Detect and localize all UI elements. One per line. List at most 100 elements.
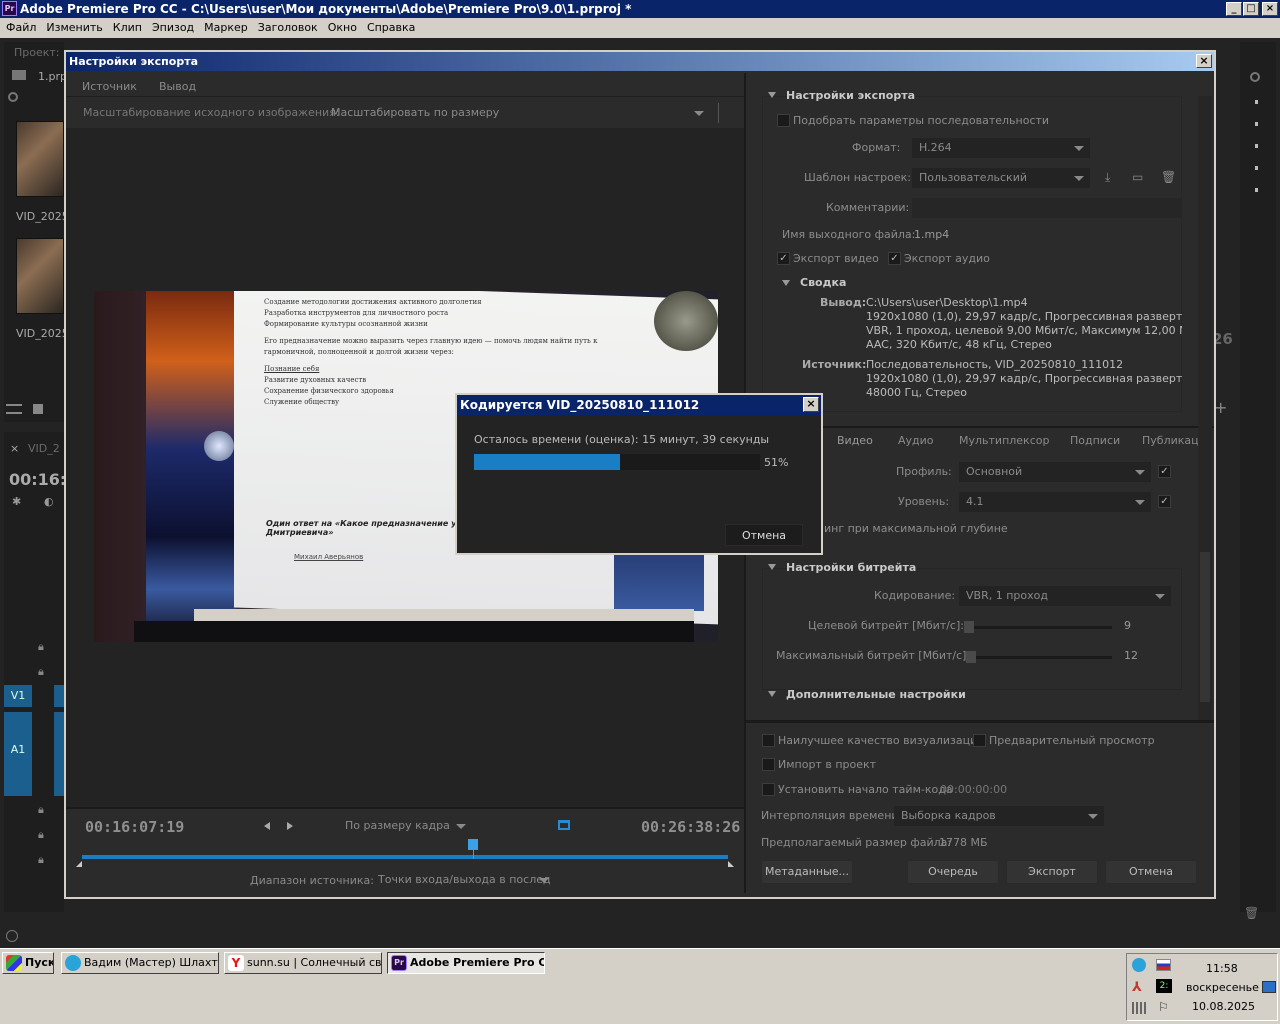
track-a1-label[interactable]: A1 — [4, 712, 32, 796]
fit-dropdown[interactable]: По размеру кадра — [338, 816, 472, 836]
profile-dropdown[interactable]: Основной — [959, 462, 1151, 482]
collapse-icon[interactable] — [768, 92, 776, 98]
max-bitrate-value[interactable]: 12 — [1124, 649, 1138, 662]
save-preset-icon[interactable]: ⤓ — [1105, 170, 1121, 184]
menu-marker[interactable]: Маркер — [199, 18, 253, 38]
taskbar-item-browser[interactable]: Y sunn.su | Солнечный св... — [224, 952, 382, 974]
tab-source[interactable]: Источник — [82, 80, 137, 93]
trash-icon[interactable]: 🗑︎ — [1244, 906, 1259, 920]
metadata-button[interactable]: Метаданные... — [761, 860, 853, 884]
match-sequence-checkbox[interactable] — [777, 114, 790, 127]
clock-day[interactable]: воскресенье — [1186, 981, 1259, 994]
in-point-marker[interactable] — [76, 861, 82, 867]
close-window-button[interactable]: × — [1262, 2, 1278, 16]
search-icon[interactable] — [1250, 72, 1260, 82]
source-range-bar[interactable] — [82, 855, 728, 859]
clip-name-2[interactable]: VID_2025 — [16, 327, 69, 340]
time-interpolation-dropdown[interactable]: Выборка кадров — [894, 806, 1104, 826]
export-button[interactable]: Экспорт — [1006, 860, 1098, 884]
tray-app-icon[interactable]: ⅄ — [1132, 980, 1142, 995]
output-name-link[interactable]: 1.mp4 — [914, 228, 949, 241]
settings-scroll-thumb[interactable] — [1200, 552, 1210, 702]
tray-monitor-icon[interactable]: 2: — [1156, 979, 1172, 993]
max-bitrate-knob[interactable] — [966, 651, 976, 663]
summary-collapse-icon[interactable] — [782, 280, 790, 286]
encoding-close-button[interactable]: × — [803, 397, 819, 412]
import-preset-icon[interactable]: ▭ — [1132, 170, 1150, 184]
preset-dropdown[interactable]: Пользовательский — [912, 168, 1090, 188]
menu-file[interactable]: Файл — [0, 18, 41, 38]
language-flag-icon[interactable] — [1156, 959, 1171, 971]
best-quality-checkbox[interactable] — [762, 734, 775, 747]
timeline-close-icon[interactable]: × — [10, 442, 19, 455]
target-bitrate-knob[interactable] — [964, 621, 974, 633]
dialog-close-button[interactable]: × — [1196, 54, 1212, 68]
track-lock-icon[interactable]: 🔒︎ — [38, 853, 44, 867]
profile-checkbox[interactable]: ✓ — [1158, 465, 1171, 478]
export-video-checkbox[interactable]: ✓ — [777, 252, 790, 265]
target-bitrate-value[interactable]: 9 — [1124, 619, 1131, 632]
menu-window[interactable]: Окно — [323, 18, 362, 38]
track-lock-icon[interactable]: 🔒︎ — [38, 640, 44, 654]
advanced-collapse-icon[interactable] — [768, 691, 776, 697]
tab-captions[interactable]: Подписи — [1070, 434, 1120, 447]
tab-multiplexer[interactable]: Мультиплексор — [959, 434, 1049, 447]
target-bitrate-slider[interactable] — [964, 626, 1112, 629]
menu-clip[interactable]: Клип — [108, 18, 147, 38]
clip-thumbnail-1[interactable] — [16, 121, 64, 197]
menu-sequence[interactable]: Эпизод — [147, 18, 199, 38]
clip-thumbnail-2[interactable] — [16, 238, 64, 314]
track-lock-icon[interactable]: 🔒︎ — [38, 803, 44, 817]
source-range-dropdown[interactable]: Точки входа/выхода в послед — [371, 870, 551, 890]
tab-publish[interactable]: Публикац — [1142, 434, 1199, 447]
crop-icon[interactable] — [558, 820, 570, 830]
set-in-point-icon[interactable] — [264, 822, 270, 830]
cancel-button[interactable]: Отмена — [1105, 860, 1197, 884]
project-file-name[interactable]: 1.prp — [38, 70, 67, 83]
icon-view-icon[interactable] — [33, 404, 43, 414]
format-dropdown[interactable]: H.264 — [912, 138, 1090, 158]
taskbar-item-telegram[interactable]: Вадим (Мастер) Шлахтер — [61, 952, 219, 974]
tab-video[interactable]: Видео — [837, 434, 873, 447]
out-point-marker[interactable] — [728, 861, 734, 867]
delete-preset-icon[interactable]: 🗑︎ — [1161, 170, 1177, 184]
max-bitrate-slider[interactable] — [966, 656, 1112, 659]
bitrate-collapse-icon[interactable] — [768, 564, 776, 570]
export-audio-checkbox[interactable]: ✓ — [888, 252, 901, 265]
timecode-out[interactable]: 00:26:38:26 — [641, 818, 740, 836]
clock-time[interactable]: 11:58 — [1206, 962, 1238, 975]
track-lock-icon[interactable]: 🔒︎ — [38, 828, 44, 842]
set-out-point-icon[interactable] — [287, 822, 293, 830]
tab-output[interactable]: Вывод — [159, 80, 196, 93]
maximize-button[interactable]: □ — [1243, 2, 1259, 16]
show-desktop-icon[interactable] — [1262, 981, 1276, 993]
queue-button[interactable]: Очередь — [907, 860, 999, 884]
track-v1-label[interactable]: V1 — [4, 685, 32, 707]
scale-dropdown[interactable]: Масштабировать по размеру — [324, 103, 710, 123]
list-view-icon[interactable] — [6, 404, 22, 414]
add-icon[interactable]: + — [1214, 398, 1227, 417]
encoding-mode-dropdown[interactable]: VBR, 1 проход — [959, 586, 1171, 606]
search-icon[interactable] — [8, 92, 18, 102]
preview-checkbox[interactable] — [973, 734, 986, 747]
timecode-in[interactable]: 00:16:07:19 — [85, 818, 184, 836]
tab-audio[interactable]: Аудио — [898, 434, 934, 447]
taskbar-item-premiere[interactable]: Pr Adobe Premiere Pro C... — [387, 952, 545, 974]
level-dropdown[interactable]: 4.1 — [959, 492, 1151, 512]
clip-name-1[interactable]: VID_2025 — [16, 210, 69, 223]
snap-icon[interactable]: ✱ — [12, 495, 21, 508]
menu-title[interactable]: Заголовок — [253, 18, 323, 38]
level-checkbox[interactable]: ✓ — [1158, 495, 1171, 508]
tray-telegram-icon[interactable] — [1132, 958, 1146, 972]
start-button[interactable]: Пуск — [2, 952, 54, 974]
menu-edit[interactable]: Изменить — [41, 18, 107, 38]
set-timecode-checkbox[interactable] — [762, 783, 775, 796]
track-lock-icon[interactable]: 🔒︎ — [38, 665, 44, 679]
action-center-flag-icon[interactable]: ⚐ — [1158, 1000, 1169, 1014]
linked-selection-icon[interactable]: ◐ — [44, 495, 54, 508]
timeline-tab[interactable]: VID_2 — [28, 442, 60, 455]
start-timecode-value[interactable]: 00:00:00:00 — [940, 783, 1007, 796]
comments-input[interactable] — [912, 198, 1182, 218]
import-project-checkbox[interactable] — [762, 758, 775, 771]
network-signal-icon[interactable] — [1132, 1002, 1146, 1014]
